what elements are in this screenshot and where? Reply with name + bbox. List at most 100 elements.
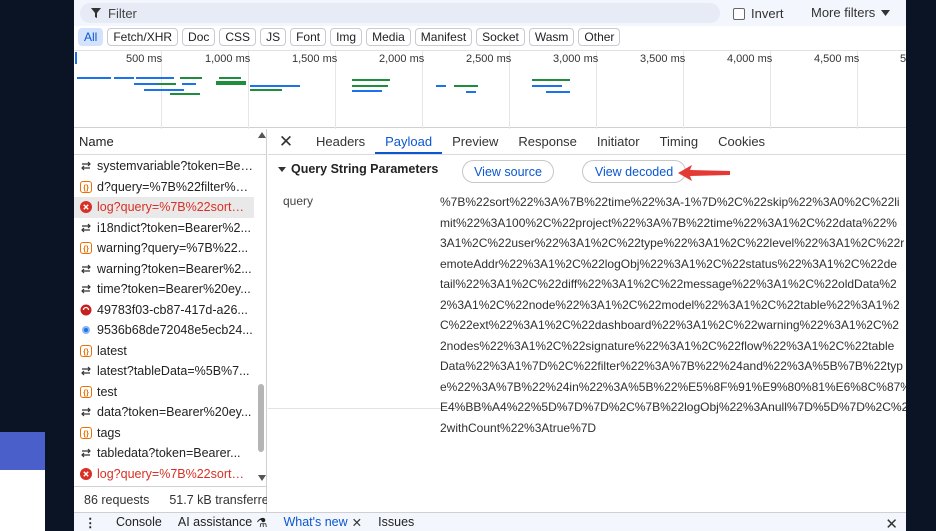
filter-bar: Filter Invert More filters <box>74 0 906 26</box>
close-drawer-icon[interactable]: ✕ <box>885 515 898 531</box>
param-value-line: C%22ext%22%3A1%2C%22dashboard%22%3A1%2C%… <box>440 318 899 332</box>
drawer-tab-ai-assistance[interactable]: AI assistance ⚗ <box>170 515 276 530</box>
transferred-size: 51.7 kB transferred <box>169 492 267 507</box>
request-row[interactable]: {} latest <box>74 341 254 362</box>
param-value-line: e%22%3A%7B%22%24in%22%3A%5B%22%E5%8F%91%… <box>440 379 906 394</box>
section-title: Query String Parameters <box>291 162 439 176</box>
timeline-tick-label: 1,000 ms <box>205 53 251 65</box>
fetch-icon <box>80 222 92 234</box>
tab-initiator[interactable]: Initiator <box>587 128 650 154</box>
close-details-icon[interactable]: ✕ <box>278 130 294 154</box>
invert-toggle[interactable]: Invert <box>733 6 784 21</box>
request-row[interactable]: log?query=%7B%22sort%22... <box>74 464 254 485</box>
request-row[interactable]: {} test <box>74 382 254 403</box>
chip-wasm[interactable]: Wasm <box>528 28 575 46</box>
fetch-icon <box>80 447 92 459</box>
chip-manifest[interactable]: Manifest <box>414 28 473 46</box>
request-details-panel: ✕ Headers Payload Preview Response Initi… <box>268 129 906 512</box>
param-key: query <box>283 194 314 208</box>
request-name: 9536b68de72048e5ecb24... <box>97 323 253 338</box>
timeline-range-handle-left[interactable] <box>75 52 77 64</box>
timeline-bar <box>77 77 111 79</box>
svg-text:{}: {} <box>83 429 89 438</box>
script-icon: {} <box>80 344 92 357</box>
request-list: systemvariable?token=Bearer%2... {} d?qu… <box>74 156 254 484</box>
timeline-bar <box>170 93 200 95</box>
chip-socket[interactable]: Socket <box>476 28 525 46</box>
query-param-row: query %7B%22sort%22%3A%7B%22time%22%3A-1… <box>268 187 906 435</box>
request-name: latest <box>97 343 127 358</box>
request-row[interactable]: {} warning?query=%7B%22... <box>74 238 254 259</box>
tab-cookies[interactable]: Cookies <box>708 128 775 154</box>
timeline-tick-label: 500 ms <box>126 53 163 65</box>
drawer-menu-icon[interactable]: ⋮ <box>84 515 98 530</box>
request-row[interactable]: systemvariable?token=Bearer%2... <box>74 156 254 177</box>
param-value: %7B%22sort%22%3A%7B%22time%22%3A-1%7D%2C… <box>440 192 906 438</box>
param-value-line: tail%22%3A1%2C%22diff%22%3A1%2C%22messag… <box>440 277 897 291</box>
request-row[interactable]: time?token=Bearer%20ey... <box>74 279 254 300</box>
request-row[interactable]: {} d?query=%7B%22filter%22... <box>74 177 254 198</box>
more-filters-label: More filters <box>811 5 876 20</box>
filter-placeholder: Filter <box>108 5 137 21</box>
scroll-thumb[interactable] <box>258 384 264 452</box>
tab-headers[interactable]: Headers <box>306 128 375 154</box>
chip-css[interactable]: CSS <box>219 28 257 46</box>
request-count: 86 requests <box>84 492 150 507</box>
drawer-tab-label: AI assistance <box>177 515 253 529</box>
scroll-up-arrow-icon[interactable] <box>258 132 266 138</box>
tab-timing[interactable]: Timing <box>650 128 709 154</box>
param-value-line: Data%22%3A1%7D%2C%22filter%22%3A%7B%22%2… <box>440 359 903 373</box>
more-filters-dropdown[interactable]: More filters <box>811 5 891 20</box>
chip-all[interactable]: All <box>78 28 104 46</box>
request-row[interactable]: data?token=Bearer%20ey... <box>74 402 254 423</box>
query-string-section-toggle[interactable]: Query String Parameters <box>278 162 438 176</box>
timeline-bar <box>158 83 176 85</box>
chip-img[interactable]: Img <box>330 28 363 46</box>
request-row[interactable]: warning?token=Bearer%2... <box>74 259 254 280</box>
param-value-line: emoteAddr%22%3A1%2C%22logObj%22%3A1%2C%2… <box>440 256 897 271</box>
tab-payload[interactable]: Payload <box>375 128 443 154</box>
tab-response[interactable]: Response <box>508 128 587 154</box>
chip-other[interactable]: Other <box>578 28 621 46</box>
chip-font[interactable]: Font <box>290 28 327 46</box>
name-column-header[interactable]: Name <box>74 129 266 155</box>
param-value-line: E4%BB%A4%22%5D%7D%7D%2C%7B%22logObj%22%3… <box>440 400 906 414</box>
request-name: d?query=%7B%22filter%22... <box>97 179 254 194</box>
request-name: data?token=Bearer%20ey... <box>97 405 252 420</box>
request-row[interactable]: 9536b68de72048e5ecb24... <box>74 320 254 341</box>
request-row[interactable]: i18ndict?token=Bearer%2... <box>74 218 254 239</box>
chip-fetch-xhr[interactable]: Fetch/XHR <box>107 28 179 46</box>
name-column-label: Name <box>79 134 114 149</box>
svg-text:{}: {} <box>83 388 89 397</box>
request-row[interactable]: latest?tableData=%5B%7... <box>74 361 254 382</box>
network-timeline-overview[interactable]: 500 ms 1,000 ms 1,500 ms 2,000 ms 2,500 … <box>74 50 906 129</box>
request-row[interactable]: {} tags <box>74 423 254 444</box>
view-decoded-button[interactable]: View decoded <box>582 160 686 183</box>
chip-media[interactable]: Media <box>366 28 411 46</box>
request-row[interactable]: 49783f03-cb87-417d-a26... <box>74 300 254 321</box>
invert-label: Invert <box>751 6 784 21</box>
view-source-button[interactable]: View source <box>462 160 554 183</box>
tab-preview[interactable]: Preview <box>442 128 508 154</box>
chip-js[interactable]: JS <box>260 28 287 46</box>
timeline-tick-label: 4,000 ms <box>727 53 773 65</box>
desktop-background-right <box>906 0 936 531</box>
request-list-scrollbar[interactable] <box>256 129 266 485</box>
background-app-panel <box>0 432 45 470</box>
filter-input[interactable]: Filter <box>80 3 720 23</box>
request-row[interactable]: tabledata?token=Bearer... <box>74 443 254 464</box>
image-icon <box>80 324 92 336</box>
chip-doc[interactable]: Doc <box>182 28 216 46</box>
param-value-line: %7B%22sort%22%3A%7B%22time%22%3A-1%7D%2C… <box>440 195 900 209</box>
request-name: test <box>97 384 118 399</box>
drawer-tab-issues[interactable]: Issues <box>370 515 422 529</box>
timeline-bar <box>250 85 300 87</box>
drawer-tab-whats-new[interactable]: What's new ✕ <box>275 515 370 530</box>
resource-type-filters: All Fetch/XHR Doc CSS JS Font Img Media … <box>78 28 621 48</box>
scroll-down-arrow-icon[interactable] <box>258 475 266 481</box>
close-tab-icon[interactable]: ✕ <box>352 515 362 530</box>
request-row[interactable]: log?query=%7B%22sort%22... <box>74 197 254 218</box>
drawer-tab-console[interactable]: Console <box>108 515 170 529</box>
invert-checkbox[interactable] <box>733 7 745 20</box>
timeline-bar <box>352 85 388 87</box>
